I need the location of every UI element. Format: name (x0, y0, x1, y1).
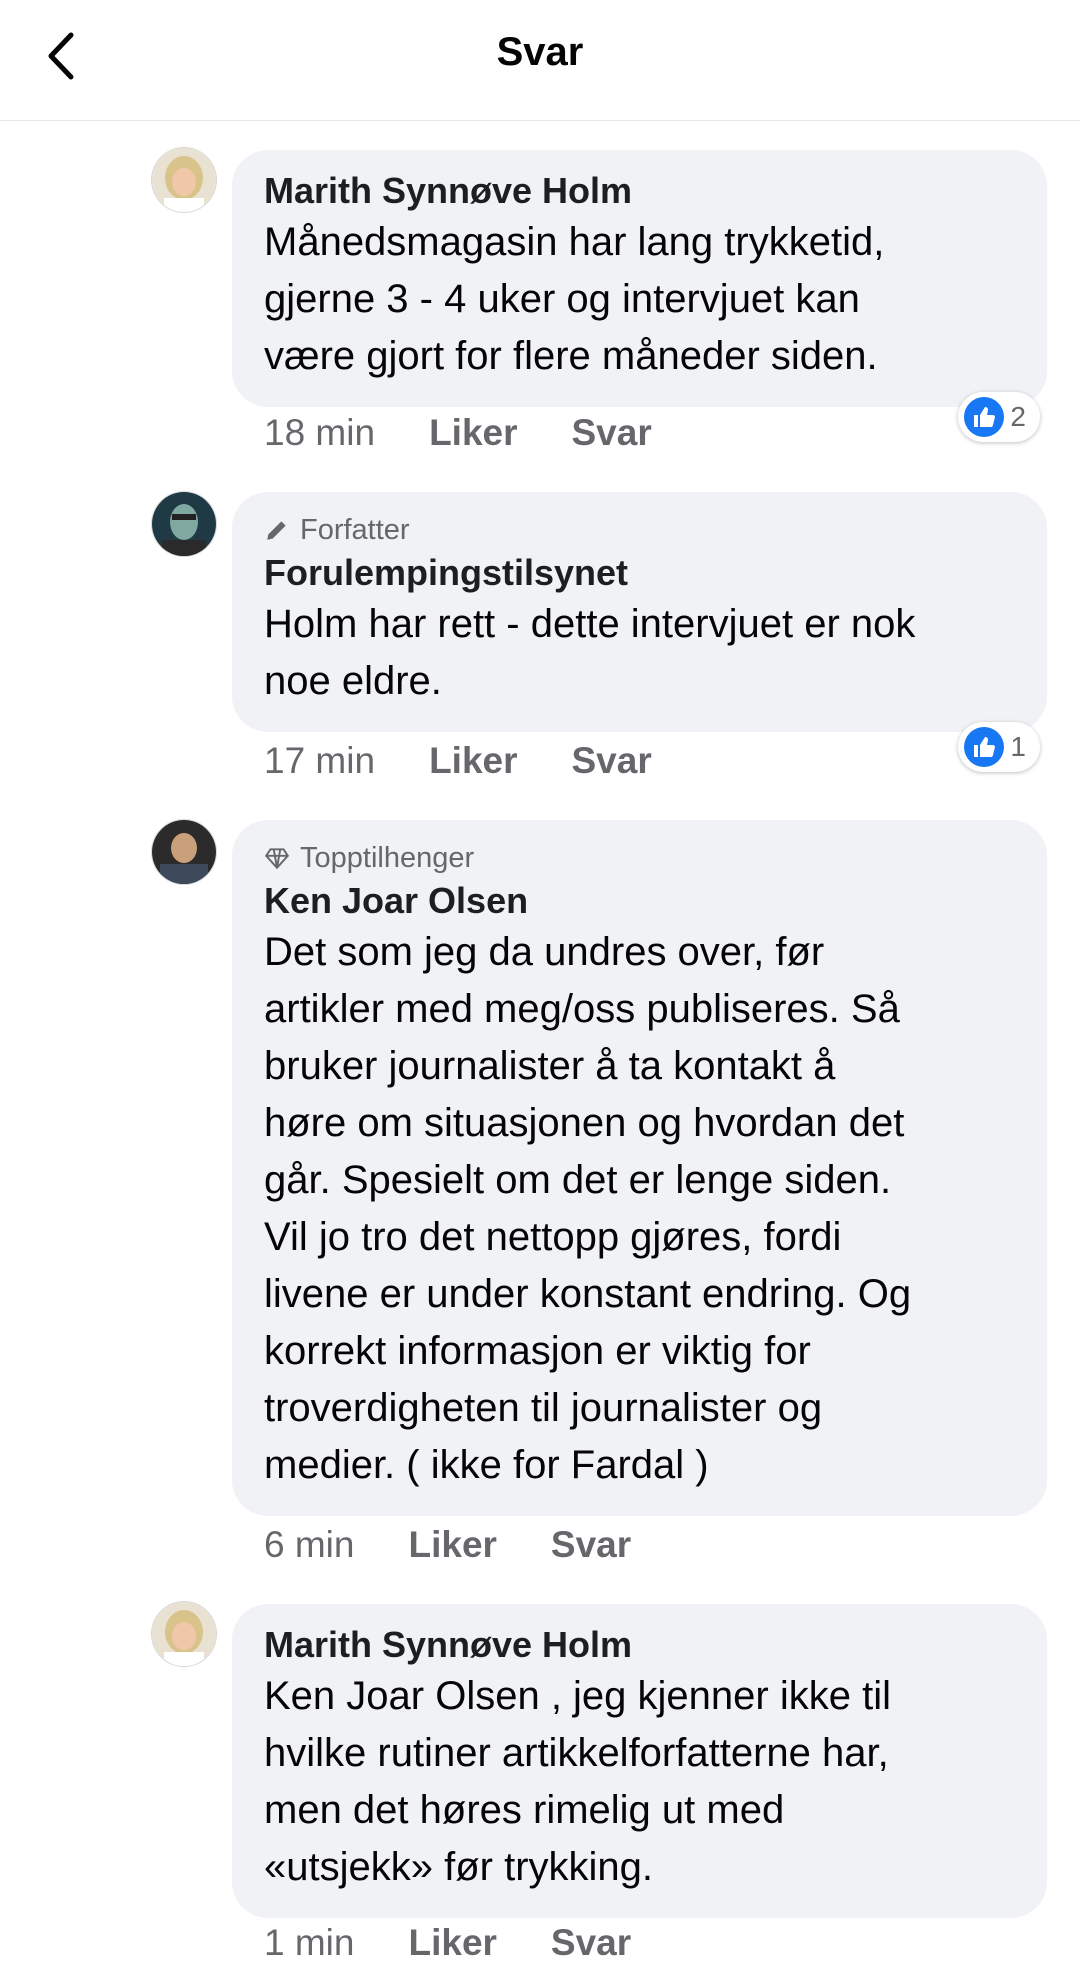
comment-text: Holm har rett - dette intervjuet er nok … (264, 602, 916, 703)
avatar[interactable] (152, 492, 216, 556)
reaction-number: 1 (1010, 731, 1026, 762)
like-icon (964, 727, 1005, 767)
comment-actions: 6 min Liker Svar (264, 1524, 631, 1566)
comment-bubble: Marith Synnøve Holm Månedsmagasin har la… (232, 150, 1047, 407)
comment-time[interactable]: 18 min (264, 412, 375, 454)
reply-button[interactable]: Svar (551, 1922, 631, 1964)
comment-author[interactable]: Ken Joar Olsen (264, 878, 1015, 924)
comment-bubble: Forfatter Forulempingstilsynet Holm har … (232, 492, 1047, 732)
reaction-number: 2 (1010, 401, 1026, 432)
avatar[interactable] (152, 1602, 216, 1666)
comment-time[interactable]: 6 min (264, 1524, 354, 1566)
comment-bubble: Topptilhenger Ken Joar Olsen Det som jeg… (232, 820, 1047, 1516)
comment-author[interactable]: Forulempingstilsynet (264, 550, 1015, 596)
reply-button[interactable]: Svar (551, 1524, 631, 1566)
comment-text: Det som jeg da undres over, før artikler… (264, 930, 912, 1487)
comment-text: Ken Joar Olsen , jeg kjenner ikke til hv… (264, 1674, 891, 1889)
reaction-count[interactable]: 2 (958, 392, 1040, 442)
avatar[interactable] (152, 820, 216, 884)
reaction-count[interactable]: 1 (958, 722, 1040, 772)
reply-button[interactable]: Svar (572, 740, 652, 782)
comment-text: Månedsmagasin har lang trykketid, gjerne… (264, 220, 885, 378)
comment-actions: 17 min Liker Svar (264, 740, 652, 782)
avatar[interactable] (152, 148, 216, 212)
top-bar: Svar (0, 0, 1080, 121)
like-button[interactable]: Liker (429, 740, 517, 782)
comment-actions: 1 min Liker Svar (264, 1922, 631, 1964)
comment-time[interactable]: 17 min (264, 740, 375, 782)
diamond-icon (264, 848, 290, 870)
author-badge: Forfatter (264, 510, 1015, 550)
comment-author[interactable]: Marith Synnøve Holm (264, 1622, 1015, 1668)
reply-button[interactable]: Svar (572, 412, 652, 454)
fan-badge: Topptilhenger (264, 838, 1015, 878)
comment-actions: 18 min Liker Svar (264, 412, 652, 454)
comment-time[interactable]: 1 min (264, 1922, 354, 1964)
comment-author[interactable]: Marith Synnøve Holm (264, 168, 1015, 214)
like-button[interactable]: Liker (408, 1922, 496, 1964)
comment-bubble: Marith Synnøve Holm Ken Joar Olsen , jeg… (232, 1604, 1047, 1918)
like-button[interactable]: Liker (429, 412, 517, 454)
pencil-icon (267, 521, 286, 540)
like-icon (964, 397, 1005, 437)
page-title: Svar (496, 30, 584, 74)
like-button[interactable]: Liker (408, 1524, 496, 1566)
